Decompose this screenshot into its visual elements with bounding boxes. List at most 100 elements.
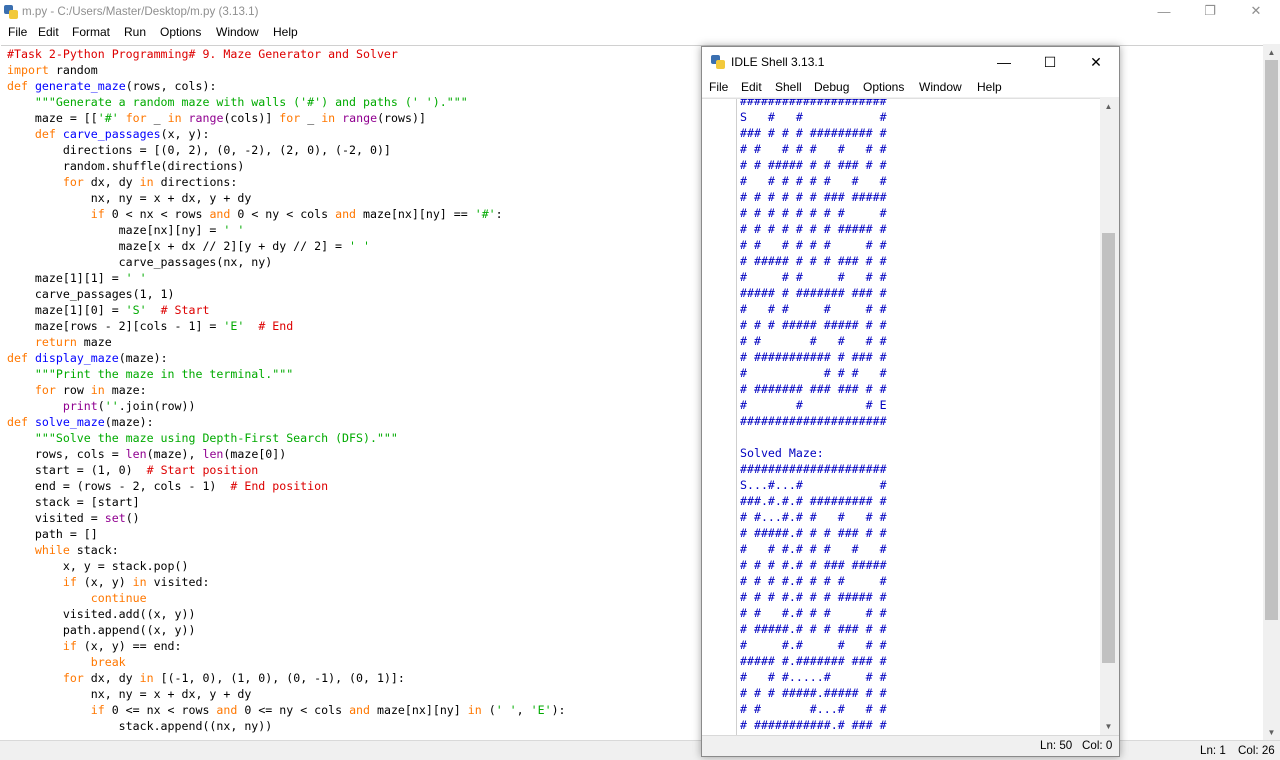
shell-menu-file[interactable]: File [709, 80, 728, 94]
code-line: for dx, dy in directions: [62, 175, 238, 189]
code-line: path = [] [7, 527, 98, 541]
shell-col-indicator: Col: 0 [1082, 739, 1113, 752]
editor-title-bar[interactable]: m.py - C:/Users/Master/Desktop/m.py (3.1… [0, 0, 1280, 24]
code-line: maze[x + dx // 2][y + dy // 2] = ' ' [7, 239, 370, 253]
code-line: visited.add((x, y)) [7, 607, 196, 621]
shell-output-line: # # #.# # # # # [740, 606, 887, 620]
minimize-icon[interactable]: — [1141, 0, 1187, 22]
shell-menu-help[interactable]: Help [977, 80, 1002, 94]
shell-title-bar[interactable]: IDLE Shell 3.13.1 — ☐ ✕ [702, 47, 1119, 77]
code-line: x, y = stack.pop() [7, 559, 189, 573]
shell-menu-edit[interactable]: Edit [741, 80, 762, 94]
code-content[interactable]: #Task 2-Python Programming# 9. Maze Gene… [7, 46, 566, 734]
shell-prompt-gutter [702, 99, 737, 735]
code-line: maze[1][1] = ' ' [7, 271, 147, 285]
code-line: """Solve the maze using Depth-First Sear… [34, 431, 398, 445]
shell-output[interactable]: ##################### S # # # ### # # # … [740, 98, 887, 733]
code-line: maze = [['#' for _ in range(cols)] for _… [7, 111, 426, 125]
shell-output-line: # # # # # # [740, 270, 887, 284]
editor-menu-bar: File Edit Format Run Options Window Help [0, 24, 1280, 43]
code-line: continue [90, 591, 147, 605]
editor-line-indicator: Ln: 1 [1200, 744, 1226, 757]
shell-scroll-down-icon[interactable]: ▼ [1100, 718, 1117, 734]
shell-output-area[interactable]: ##################### S # # # ### # # # … [702, 98, 1100, 735]
shell-output-line: # # # #.# # # # # [740, 574, 887, 588]
shell-output-line: S # # # [740, 110, 887, 124]
shell-output-line: # #####.# # # ### # # [740, 622, 887, 636]
code-line: """Generate a random maze with walls ('#… [34, 95, 468, 109]
shell-menu-shell[interactable]: Shell [775, 80, 802, 94]
shell-output-line: ##################### [740, 414, 887, 428]
menu-edit[interactable]: Edit [38, 25, 59, 39]
shell-output-line: # # # # # # # # [740, 142, 887, 156]
code-line: def display_maze(maze): [7, 351, 168, 365]
code-line: import random [7, 63, 98, 77]
code-line: carve_passages(1, 1) [7, 287, 175, 301]
shell-output-line: # #####.# # # ### # # [740, 526, 887, 540]
code-line: if (x, y) in visited: [62, 575, 210, 589]
scroll-up-icon[interactable]: ▲ [1263, 44, 1280, 60]
shell-output-line: ##################### [740, 98, 887, 108]
editor-window-title: m.py - C:/Users/Master/Desktop/m.py (3.1… [22, 5, 259, 18]
menu-options[interactable]: Options [160, 25, 201, 39]
shell-output-line: # # #.....# # # [740, 670, 887, 684]
code-line: print(''.join(row)) [62, 399, 196, 413]
shell-output-line: ##### #.####### ### # [740, 654, 887, 668]
code-line: stack.append((nx, ny)) [7, 719, 273, 733]
shell-scrollbar[interactable]: ▲ ▼ [1100, 98, 1117, 734]
code-line: nx, ny = x + dx, y + dy [7, 191, 252, 205]
shell-output-line: # # # # # # [740, 334, 887, 348]
code-line: directions = [(0, 2), (0, -2), (2, 0), (… [7, 143, 391, 157]
shell-minimize-icon[interactable]: — [981, 47, 1027, 77]
shell-window-title: IDLE Shell 3.13.1 [731, 55, 825, 69]
shell-output-line: ##################### [740, 462, 887, 476]
shell-output-line: # #...#.# # # # # [740, 510, 887, 524]
shell-output-line: # # # E [740, 398, 887, 412]
python-shell-icon [711, 55, 725, 69]
close-icon[interactable]: ✕ [1233, 0, 1279, 22]
editor-scrollbar[interactable]: ▲ ▼ [1263, 44, 1280, 740]
editor-scroll-thumb[interactable] [1265, 60, 1278, 620]
shell-output-line: # # # # # # # # [740, 174, 887, 188]
menu-format[interactable]: Format [72, 25, 110, 39]
shell-menu-window[interactable]: Window [919, 80, 962, 94]
restore-icon[interactable]: ❐ [1187, 0, 1233, 22]
code-line: path.append((x, y)) [7, 623, 196, 637]
menu-run[interactable]: Run [124, 25, 146, 39]
shell-maximize-icon[interactable]: ☐ [1027, 47, 1073, 77]
shell-menu-options[interactable]: Options [863, 80, 904, 94]
code-line: while stack: [34, 543, 119, 557]
shell-scroll-thumb[interactable] [1102, 233, 1115, 663]
shell-menu-debug[interactable]: Debug [814, 80, 849, 94]
shell-output-line: ##### # ####### ### # [740, 286, 887, 300]
code-line: return maze [34, 335, 112, 349]
menu-file[interactable]: File [8, 25, 27, 39]
code-line: random.shuffle(directions) [7, 159, 245, 173]
code-line: carve_passages(nx, ny) [7, 255, 273, 269]
code-line: """Print the maze in the terminal.""" [34, 367, 294, 381]
code-line: break [90, 655, 126, 669]
code-line: def solve_maze(maze): [7, 415, 154, 429]
shell-output-line: # # # #.# # # ##### # [740, 590, 887, 604]
shell-output-line: # # # ##### ##### # # [740, 318, 887, 332]
shell-output-line: # # # # # # ### ##### [740, 190, 887, 204]
menu-help[interactable]: Help [273, 25, 298, 39]
shell-output-line: # # # # # # [740, 302, 887, 316]
shell-close-icon[interactable]: ✕ [1073, 47, 1119, 77]
menu-window[interactable]: Window [216, 25, 259, 39]
shell-output-line: # ###########.# ### # [740, 718, 887, 732]
shell-scroll-up-icon[interactable]: ▲ [1100, 98, 1117, 114]
scroll-down-icon[interactable]: ▼ [1263, 724, 1280, 740]
shell-output-line: # # #...# # # [740, 702, 887, 716]
code-line: end = (rows - 2, cols - 1) # End positio… [7, 479, 329, 493]
python-file-icon [4, 5, 18, 19]
code-line: maze[nx][ny] = ' ' [7, 223, 245, 237]
shell-output-line: ###.#.#.# ######### # [740, 494, 887, 508]
code-line: nx, ny = x + dx, y + dy [7, 687, 252, 701]
shell-output-line: # # # # # # # ##### # [740, 222, 887, 236]
code-line: for dx, dy in [(-1, 0), (1, 0), (0, -1),… [62, 671, 405, 685]
code-line: for row in maze: [34, 383, 147, 397]
shell-menu-bar: File Edit Shell Debug Options Window Hel… [702, 77, 1119, 97]
shell-output-line: # # ##### # # ### # # [740, 158, 887, 172]
shell-output-line: S...#...# # [740, 478, 887, 492]
